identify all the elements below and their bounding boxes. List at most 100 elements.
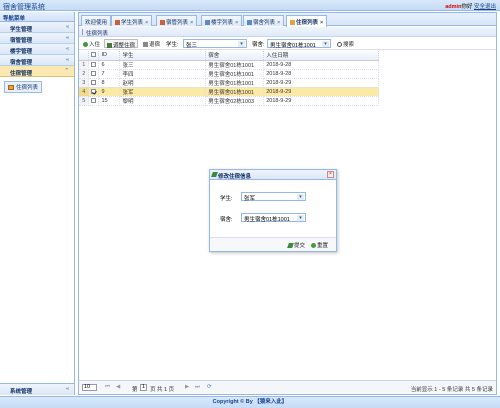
- nav-item-dorm[interactable]: 宿舍管理 «: [0, 55, 74, 66]
- user-icon: [160, 20, 165, 25]
- nav-item-label: 系统管理: [10, 389, 33, 395]
- dorm-select-value: 男生宿舍01栋1001: [244, 217, 290, 223]
- pagination-info: 当前显示 1 - 5 条记录 共 5 条记录: [410, 387, 493, 393]
- dorm-filter-value: 男生宿舍01栋1001: [270, 43, 316, 49]
- tab-label: 学生列表: [121, 20, 144, 26]
- nav-item-live[interactable]: 住宿管理 ⌃: [0, 66, 74, 77]
- tab-dorm-manager-list[interactable]: 宿管列表 ×: [156, 15, 198, 26]
- next-page-icon[interactable]: ▶: [185, 384, 189, 390]
- search-label: 搜索: [343, 42, 355, 48]
- student-filter-select[interactable]: 张三 ▾: [183, 39, 247, 49]
- user-area: admin你好 安全退出: [445, 2, 496, 10]
- tab-live-list[interactable]: 住宿列表 ×: [286, 15, 328, 27]
- tab-label: 住宿列表: [296, 20, 319, 26]
- dorm-select[interactable]: 男生宿舍01栋1001 ▾: [241, 213, 306, 223]
- nav-item-system[interactable]: 系统管理 «: [0, 383, 74, 395]
- tab-welcome[interactable]: 欢迎使用: [81, 15, 112, 26]
- cell-id: 8: [98, 78, 121, 88]
- table-row[interactable]: 3 8 赵明 男生宿舍01栋1001 2018-9-29: [79, 78, 379, 88]
- add-button[interactable]: 入住: [81, 39, 102, 48]
- close-icon[interactable]: ×: [190, 20, 193, 26]
- cell-student: 黎明: [119, 96, 207, 106]
- rownum-header: [79, 51, 90, 61]
- reset-button[interactable]: 重置: [311, 241, 328, 249]
- dorm-field-label: 宿舍:: [220, 217, 233, 223]
- nav-header: 导航菜单 «: [0, 12, 74, 22]
- close-icon[interactable]: ×: [320, 20, 323, 26]
- row-select[interactable]: [88, 69, 100, 79]
- add-label: 入住: [89, 42, 101, 48]
- select-all-header[interactable]: [88, 51, 100, 61]
- cell-dorm: 男生宿舍01栋1001: [205, 60, 265, 70]
- row-checkbox[interactable]: [91, 88, 97, 94]
- close-icon[interactable]: ×: [235, 20, 238, 26]
- sidebar-item-label: 住宿列表: [16, 85, 39, 91]
- panel-marker: [82, 29, 83, 35]
- reset-icon: [311, 243, 316, 248]
- table-row-selected[interactable]: 4 9 张军 男生宿舍01栋1001 2018-9-29: [79, 87, 379, 97]
- table-header-row: ID 学生 宿舍 入住日期: [79, 51, 379, 61]
- row-select[interactable]: [88, 87, 100, 97]
- row-select[interactable]: [88, 60, 100, 70]
- row-checkbox[interactable]: [91, 97, 97, 103]
- prev-page-icon[interactable]: ◀: [116, 384, 120, 390]
- close-icon[interactable]: ×: [277, 20, 280, 26]
- app-title: 宿舍管理系统: [3, 4, 45, 11]
- logout-link[interactable]: 安全退出: [474, 4, 496, 10]
- col-header[interactable]: 学生: [119, 51, 207, 61]
- pencil-icon: [107, 43, 112, 48]
- table-row[interactable]: 2 7 李四 男生宿舍01栋1001 2018-9-28: [79, 69, 379, 79]
- nav-item-student[interactable]: 学生管理 «: [0, 22, 74, 33]
- row-select[interactable]: [88, 78, 100, 88]
- row-checkbox[interactable]: [91, 70, 97, 76]
- row-checkbox[interactable]: [91, 79, 97, 85]
- grid-toolbar: 入住 调整住宿 退宿 学生: 张三 ▾ 宿舍: 男生宿舍01栋1001 ▾ 搜索: [79, 37, 496, 50]
- col-header[interactable]: 宿舍: [205, 51, 265, 61]
- table-row[interactable]: 1 6 张三 男生宿舍01栋1001 2018-9-28: [79, 60, 379, 70]
- username: admin: [445, 4, 462, 10]
- close-icon[interactable]: ×: [145, 20, 148, 26]
- dialog-footer: 提交 重置: [210, 237, 336, 251]
- cell-dorm: 男生宿舍01栋1001: [205, 87, 265, 97]
- last-page-icon[interactable]: ⏭: [195, 384, 200, 391]
- sidebar-item-live-list[interactable]: 住宿列表: [4, 81, 43, 93]
- tab-student-list[interactable]: 学生列表 ×: [111, 15, 153, 26]
- submit-button[interactable]: 提交: [287, 241, 305, 249]
- page-size-select[interactable]: 10: [82, 384, 97, 391]
- collapse-icon[interactable]: «: [3, 14, 70, 20]
- cell-student: 张三: [119, 60, 207, 70]
- select-all-checkbox[interactable]: [91, 52, 97, 58]
- cell-id: 6: [98, 60, 121, 70]
- tab-dorm-list[interactable]: 宿舍列表 ×: [243, 15, 285, 26]
- col-header[interactable]: ID: [98, 51, 121, 61]
- nav-item-building[interactable]: 楼宇管理 «: [0, 44, 74, 55]
- student-select[interactable]: 张军 ▾: [241, 192, 306, 202]
- first-page-icon[interactable]: ⏮: [105, 384, 110, 391]
- remove-button[interactable]: 退宿: [141, 39, 162, 48]
- row-select[interactable]: [88, 96, 100, 106]
- close-icon[interactable]: ×: [327, 171, 334, 178]
- page-number-input[interactable]: 1: [140, 384, 147, 391]
- row-number: 1: [79, 60, 90, 70]
- row-checkbox[interactable]: [91, 61, 97, 67]
- tab-label: 楼宇列表: [211, 20, 234, 26]
- cell-student: 赵明: [119, 78, 207, 88]
- panel-title: 住宿列表: [86, 31, 109, 37]
- nav-item-dorm-manager[interactable]: 宿管管理 «: [0, 33, 74, 44]
- table-row[interactable]: 5 15 黎明 男生宿舍02栋1003 2018-9-29: [79, 96, 379, 106]
- dorm-filter-select[interactable]: 男生宿舍01栋1001 ▾: [267, 39, 331, 49]
- search-button[interactable]: 搜索: [335, 39, 356, 48]
- pencil-icon: [211, 172, 218, 177]
- row-number: 5: [79, 96, 90, 106]
- cell-dorm: 男生宿舍02栋1003: [205, 96, 265, 106]
- cell-id: 15: [98, 96, 121, 106]
- tab-building-list[interactable]: 楼宇列表 ×: [201, 15, 243, 26]
- reset-label: 重置: [317, 243, 329, 249]
- greeting: 你好: [461, 4, 473, 10]
- row-number: 3: [79, 78, 90, 88]
- refresh-icon[interactable]: ⟳: [207, 384, 212, 390]
- col-header[interactable]: 入住日期: [263, 51, 379, 61]
- cell-dorm: 男生宿舍01栋1001: [205, 69, 265, 79]
- cell-student: 张军: [119, 87, 207, 97]
- edit-button[interactable]: 调整住宿: [104, 39, 139, 49]
